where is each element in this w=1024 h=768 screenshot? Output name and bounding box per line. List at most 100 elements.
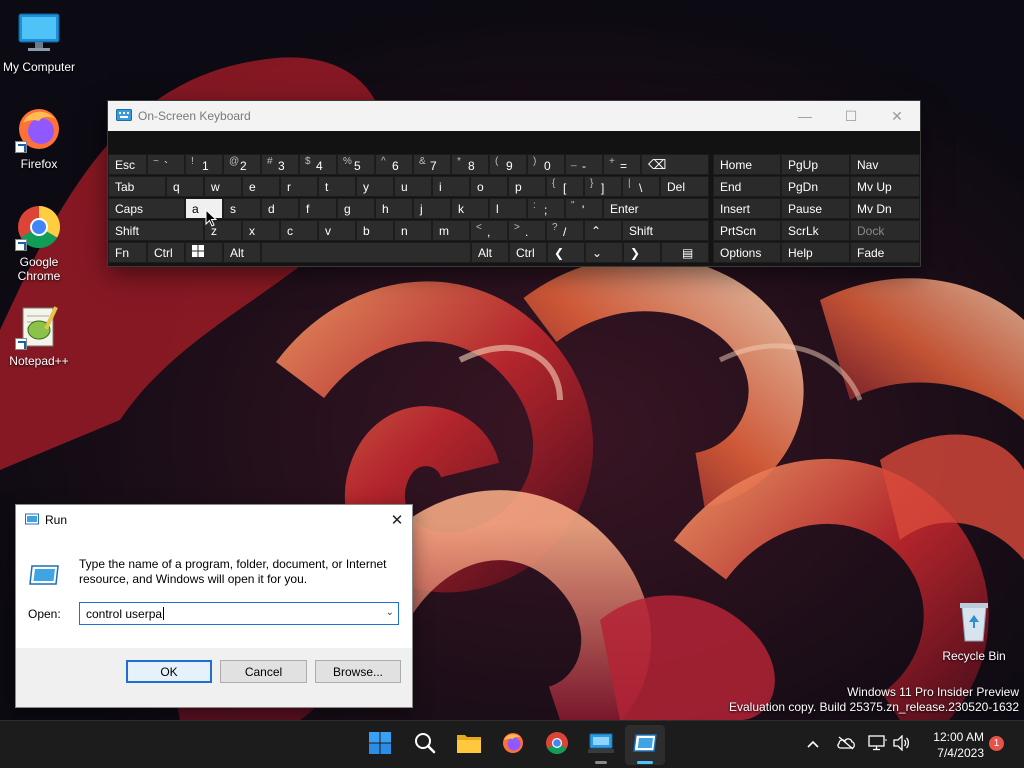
key-h[interactable]: h xyxy=(375,198,413,219)
key-tab[interactable]: Tab xyxy=(108,176,166,197)
display-tray-button[interactable] xyxy=(867,734,889,755)
key-pgdn[interactable]: PgDn xyxy=(781,176,850,197)
key-nav[interactable]: Nav xyxy=(850,154,920,175)
key-close-bracket[interactable]: }] xyxy=(584,176,622,197)
key-e[interactable]: e xyxy=(242,176,280,197)
key-semicolon[interactable]: :; xyxy=(527,198,565,219)
key-mv-dn[interactable]: Mv Dn xyxy=(850,198,920,219)
key-open-bracket[interactable]: {[ xyxy=(546,176,584,197)
file-explorer-button[interactable] xyxy=(449,725,489,765)
key-right-arrow[interactable]: ❯ xyxy=(623,242,661,263)
run-dialog[interactable]: Run ✕ Type the name of a program, folder… xyxy=(15,504,413,708)
key-windows[interactable] xyxy=(185,242,223,263)
key-9[interactable]: (9 xyxy=(489,154,527,175)
desktop-icon-recycle-bin[interactable]: Recycle Bin xyxy=(936,597,1012,663)
key-4[interactable]: $4 xyxy=(299,154,337,175)
key-space[interactable] xyxy=(261,242,471,263)
key-p[interactable]: p xyxy=(508,176,546,197)
key-ctrl-left[interactable]: Ctrl xyxy=(147,242,185,263)
key-s[interactable]: s xyxy=(223,198,261,219)
key-fade[interactable]: Fade xyxy=(850,242,920,263)
key-mv-up[interactable]: Mv Up xyxy=(850,176,920,197)
key-left-arrow[interactable]: ❮ xyxy=(547,242,585,263)
ok-button[interactable]: OK xyxy=(126,660,212,683)
run-titlebar[interactable]: Run ✕ xyxy=(16,505,412,535)
key-alt-right[interactable]: Alt xyxy=(471,242,509,263)
cancel-button[interactable]: Cancel xyxy=(220,660,307,683)
key-d[interactable]: d xyxy=(261,198,299,219)
key-period[interactable]: >. xyxy=(508,220,546,241)
key-menu[interactable]: ▤ xyxy=(661,242,709,263)
key-x[interactable]: x xyxy=(242,220,280,241)
key-c[interactable]: c xyxy=(280,220,318,241)
key-m[interactable]: m xyxy=(432,220,470,241)
key-insert[interactable]: Insert xyxy=(713,198,781,219)
key-quote[interactable]: " ' xyxy=(565,198,603,219)
key-5[interactable]: % 5 xyxy=(337,154,375,175)
key-alt-left[interactable]: Alt xyxy=(223,242,261,263)
key-shift-right[interactable]: Shift xyxy=(622,220,709,241)
key-end[interactable]: End xyxy=(713,176,781,197)
search-button[interactable] xyxy=(405,725,445,765)
osk-titlebar[interactable]: On-Screen Keyboard — ☐ ✕ xyxy=(108,101,920,131)
key-q[interactable]: q xyxy=(166,176,204,197)
key-w[interactable]: w xyxy=(204,176,242,197)
key-pgup[interactable]: PgUp xyxy=(781,154,850,175)
key-shift-left[interactable]: Shift xyxy=(108,220,204,241)
key-8[interactable]: * 8 xyxy=(451,154,489,175)
browse-button[interactable]: Browse... xyxy=(315,660,401,683)
key-b[interactable]: b xyxy=(356,220,394,241)
key-backspace[interactable]: ⌫ xyxy=(641,154,709,175)
key-n[interactable]: n xyxy=(394,220,432,241)
open-input[interactable]: control userpa ⌄ xyxy=(79,602,399,625)
key-1[interactable]: ! 1 xyxy=(185,154,223,175)
key-o[interactable]: o xyxy=(470,176,508,197)
key-2[interactable]: @2 xyxy=(223,154,261,175)
chevron-down-icon[interactable]: ⌄ xyxy=(386,607,394,618)
key-home[interactable]: Home xyxy=(713,154,781,175)
close-icon[interactable]: ✕ xyxy=(382,505,412,535)
key-f[interactable]: f xyxy=(299,198,337,219)
key-6[interactable]: ^ 6 xyxy=(375,154,413,175)
key-help[interactable]: Help xyxy=(781,242,850,263)
key-dock[interactable]: Dock xyxy=(850,220,920,241)
chrome-taskbar-button[interactable] xyxy=(537,725,577,765)
desktop-icon-my-computer[interactable]: My Computer xyxy=(1,8,77,74)
key-tilde[interactable]: ~ ` xyxy=(147,154,185,175)
key-i[interactable]: i xyxy=(432,176,470,197)
key-slash[interactable]: ? / xyxy=(546,220,584,241)
key-ctrl-right[interactable]: Ctrl xyxy=(509,242,547,263)
start-button[interactable] xyxy=(360,725,400,765)
key-l[interactable]: l xyxy=(489,198,527,219)
key-pause[interactable]: Pause xyxy=(781,198,850,219)
show-hidden-icons-button[interactable] xyxy=(803,735,823,755)
key-g[interactable]: g xyxy=(337,198,375,219)
key-backslash[interactable]: | \ xyxy=(622,176,660,197)
minimize-button[interactable]: — xyxy=(782,101,828,131)
key-3[interactable]: #3 xyxy=(261,154,299,175)
osk-taskbar-button[interactable] xyxy=(581,725,621,765)
key-7[interactable]: & 7 xyxy=(413,154,451,175)
key-minus[interactable]: _ - xyxy=(565,154,603,175)
key-u[interactable]: u xyxy=(394,176,432,197)
key-prtscn[interactable]: PrtScn xyxy=(713,220,781,241)
key-up-arrow[interactable]: ⌃ xyxy=(584,220,622,241)
key-y[interactable]: y xyxy=(356,176,394,197)
key-k[interactable]: k xyxy=(451,198,489,219)
on-screen-keyboard-window[interactable]: On-Screen Keyboard — ☐ ✕ Esc ~ ` ! 1 @2 #3… xyxy=(108,101,920,266)
volume-tray-button[interactable] xyxy=(891,733,911,755)
key-r[interactable]: r xyxy=(280,176,318,197)
key-t[interactable]: t xyxy=(318,176,356,197)
key-scrlk[interactable]: ScrLk xyxy=(781,220,850,241)
desktop-icon-firefox[interactable]: Firefox xyxy=(1,105,77,171)
key-caps[interactable]: Caps xyxy=(108,198,185,219)
key-del[interactable]: Del xyxy=(660,176,709,197)
key-equals[interactable]: + = xyxy=(603,154,641,175)
key-esc[interactable]: Esc xyxy=(108,154,147,175)
key-options[interactable]: Options xyxy=(713,242,781,263)
desktop-icon-google-chrome[interactable]: Google Chrome xyxy=(1,203,77,283)
key-enter[interactable]: Enter xyxy=(603,198,709,219)
network-tray-button[interactable] xyxy=(835,735,857,755)
key-a[interactable]: a xyxy=(185,198,223,219)
key-0[interactable]: ) 0 xyxy=(527,154,565,175)
